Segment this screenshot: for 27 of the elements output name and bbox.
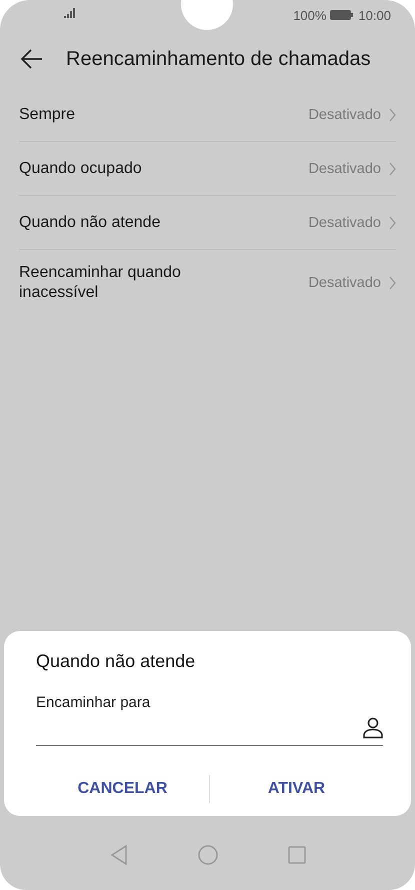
input-field[interactable] <box>36 717 383 746</box>
setting-label: Sempre <box>19 104 76 124</box>
clock-time: 10:00 <box>358 8 391 22</box>
chevron-right-icon <box>389 216 396 230</box>
chevron-right-icon <box>389 162 396 176</box>
chevron-right-icon <box>389 108 396 122</box>
signal-icon <box>64 8 76 18</box>
battery-icon <box>330 10 354 20</box>
setting-row[interactable]: Quando não atende Desativado <box>19 196 396 250</box>
chevron-right-icon <box>389 276 396 290</box>
setting-label: Quando não atende <box>19 212 162 232</box>
setting-value: Desativado <box>308 160 381 176</box>
setting-value: Desativado <box>308 214 381 230</box>
cancel-button[interactable]: CANCELAR <box>36 776 209 802</box>
confirm-button[interactable]: ATIVAR <box>210 776 383 802</box>
setting-value: Desativado <box>308 106 381 122</box>
setting-label: Quando ocupado <box>19 158 143 178</box>
setting-row[interactable]: Sempre Desativado <box>19 88 396 142</box>
setting-label: Reencaminhar quando inacessível <box>19 263 182 303</box>
contact-icon[interactable] <box>363 717 383 739</box>
field-label: Encaminhar para <box>36 694 152 711</box>
setting-row[interactable]: Quando ocupado Desativado <box>19 142 396 196</box>
screen-title: Reencaminhamento de chamadas <box>66 48 371 70</box>
dialog-title: Quando não atende <box>36 651 196 672</box>
battery-percentage: 100% <box>293 8 326 22</box>
setting-row[interactable]: Reencaminhar quando inacessível Desativado <box>19 250 396 316</box>
setting-value: Desativado <box>308 275 381 291</box>
